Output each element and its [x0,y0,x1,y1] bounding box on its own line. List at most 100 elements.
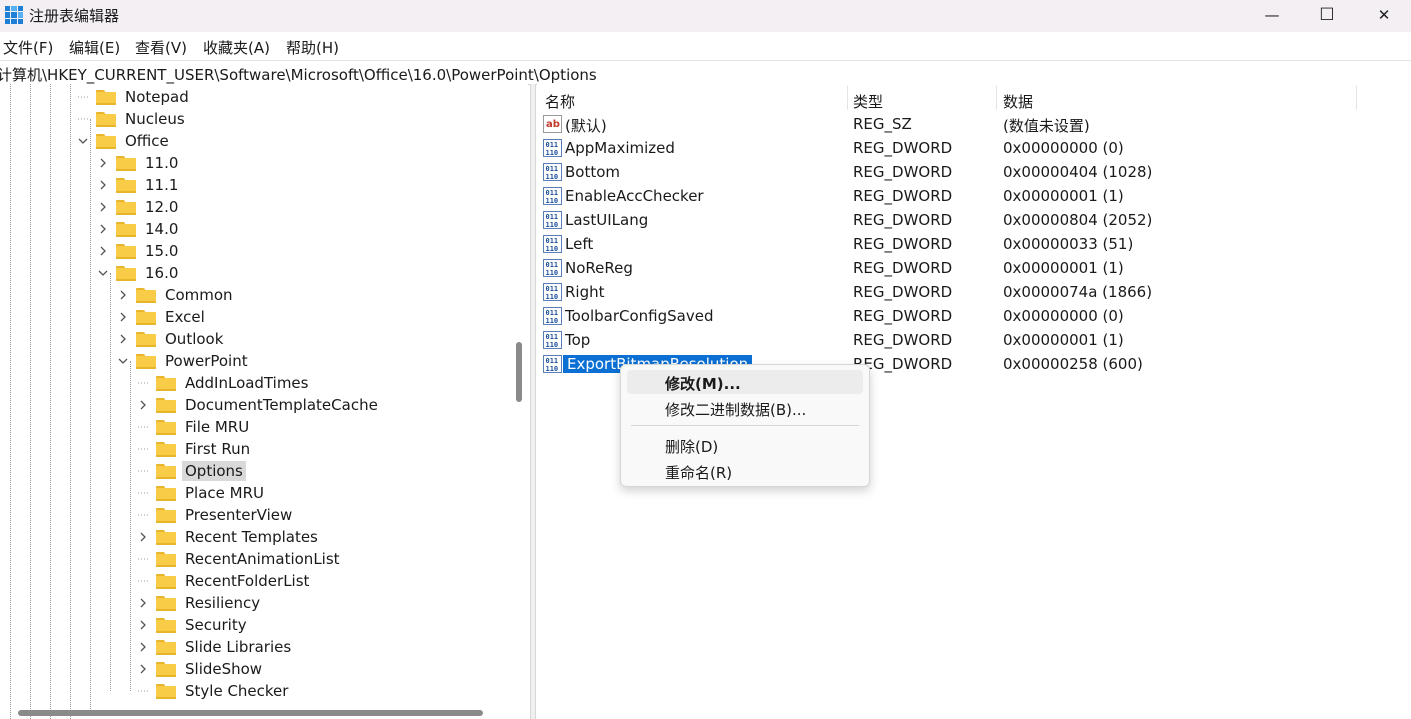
chevron-right-icon[interactable] [138,620,148,630]
menu-help[interactable]: 帮助(H) [286,37,339,58]
tree-node[interactable]: Excel [118,306,208,328]
tree-node-label[interactable]: 15.0 [142,241,181,261]
tree-node[interactable]: Nucleus [78,108,188,130]
tree-node-label[interactable]: Excel [162,307,208,327]
tree-node[interactable]: Slide Libraries [138,636,294,658]
chevron-right-icon[interactable] [138,598,148,608]
tree-node[interactable]: RecentFolderList [138,570,312,592]
minimize-button[interactable]: — [1245,0,1299,30]
chevron-right-icon[interactable] [138,664,148,674]
tree-node[interactable]: File MRU [138,416,252,438]
tree-node[interactable]: 16.0 [98,262,181,284]
chevron-right-icon[interactable] [98,180,108,190]
address-bar[interactable]: 计算机\HKEY_CURRENT_USER\Software\Microsoft… [0,60,1411,85]
tree-node[interactable]: AddInLoadTimes [138,372,311,394]
tree-node-label[interactable]: Style Checker [182,681,291,701]
tree-node[interactable]: 12.0 [98,196,181,218]
tree-node-label[interactable]: Place MRU [182,483,267,503]
tree-node-label[interactable]: SlideShow [182,659,265,679]
chevron-right-icon[interactable] [138,400,148,410]
tree-node-label[interactable]: 14.0 [142,219,181,239]
tree-node[interactable]: 11.0 [98,152,181,174]
tree-node[interactable]: PresenterView [138,504,295,526]
chevron-right-icon[interactable] [138,642,148,652]
context-rename[interactable]: 重命名(R) [627,459,863,483]
tree-node-label[interactable]: Notepad [122,87,192,107]
tree-node[interactable]: Common [118,284,236,306]
value-name[interactable]: (默认) [565,115,607,136]
tree-node[interactable]: 11.1 [98,174,181,196]
value-name[interactable]: Top [565,331,590,349]
tree-node-label[interactable]: RecentAnimationList [182,549,343,569]
tree-node[interactable]: Security [138,614,250,636]
tree-node[interactable]: 14.0 [98,218,181,240]
column-type-header[interactable]: 类型 [853,91,883,112]
column-name-header[interactable]: 名称 [545,91,575,112]
chevron-right-icon[interactable] [98,158,108,168]
tree-horizontal-scrollbar[interactable] [18,710,483,716]
tree-node[interactable]: 15.0 [98,240,181,262]
value-row[interactable]: ab (默认) REG_SZ (数值未设置) [537,112,1411,136]
value-name[interactable]: LastUILang [565,211,648,229]
tree-node-label[interactable]: DocumentTemplateCache [182,395,381,415]
menu-edit[interactable]: 编辑(E) [69,37,120,58]
value-row[interactable]: 011 110 ToolbarConfigSaved REG_DWORD 0x00000… [537,304,1411,328]
menu-favorites[interactable]: 收藏夹(A) [203,37,270,58]
tree-vertical-scrollbar[interactable] [516,342,522,402]
tree-node[interactable]: SlideShow [138,658,265,680]
pane-splitter[interactable] [530,84,536,719]
value-name[interactable]: EnableAccChecker [565,187,704,205]
tree-node-label[interactable]: Security [182,615,250,635]
value-row[interactable]: 011 110 Right REG_DWORD 0x0000074a (1866) [537,280,1411,304]
chevron-right-icon[interactable] [98,246,108,256]
tree-node-label[interactable]: PresenterView [182,505,295,525]
chevron-right-icon[interactable] [118,312,128,322]
tree-node-label[interactable]: Common [162,285,236,305]
tree-node[interactable]: Resiliency [138,592,263,614]
tree-node[interactable]: RecentAnimationList [138,548,343,570]
context-delete[interactable]: 删除(D) [627,433,863,457]
tree-node[interactable]: Recent Templates [138,526,321,548]
value-row[interactable]: 011 110 AppMaximized REG_DWORD 0x00000000 (0… [537,136,1411,160]
value-row[interactable]: 011 110 NoReReg REG_DWORD 0x00000001 (1) [537,256,1411,280]
tree-node-label[interactable]: File MRU [182,417,252,437]
tree-node-label[interactable]: 11.0 [142,153,181,173]
tree-node-label[interactable]: Resiliency [182,593,263,613]
value-name[interactable]: Bottom [565,163,620,181]
chevron-down-icon[interactable] [118,356,128,366]
tree-node-label[interactable]: 11.1 [142,175,181,195]
value-name[interactable]: Left [565,235,593,253]
chevron-right-icon[interactable] [98,202,108,212]
value-row[interactable]: 011 110 Bottom REG_DWORD 0x00000404 (1028) [537,160,1411,184]
tree-node-label[interactable]: 12.0 [142,197,181,217]
value-name[interactable]: ToolbarConfigSaved [565,307,713,325]
tree-node[interactable]: Style Checker [138,680,291,702]
tree-node-label[interactable]: Slide Libraries [182,637,294,657]
value-row[interactable]: 011 110 Left REG_DWORD 0x00000033 (51) [537,232,1411,256]
address-path[interactable]: 计算机\HKEY_CURRENT_USER\Software\Microsoft… [0,64,597,85]
tree-node-label[interactable]: Office [122,131,172,151]
maximize-button[interactable]: ☐ [1300,0,1354,30]
tree-node-label[interactable]: Nucleus [122,109,188,129]
chevron-down-icon[interactable] [78,136,88,146]
tree-node-label[interactable]: Recent Templates [182,527,321,547]
value-row[interactable]: 011 110 EnableAccChecker REG_DWORD 0x0000000… [537,184,1411,208]
tree-node-label[interactable]: First Run [182,439,253,459]
value-name[interactable]: AppMaximized [565,139,675,157]
close-button[interactable]: ✕ [1357,0,1411,30]
chevron-down-icon[interactable] [98,268,108,278]
value-name[interactable]: Right [565,283,605,301]
value-row[interactable]: 011 110 LastUILang REG_DWORD 0x00000804 (205… [537,208,1411,232]
menu-view[interactable]: 查看(V) [135,37,187,58]
tree-node[interactable]: Place MRU [138,482,267,504]
tree-node-label[interactable]: PowerPoint [162,351,251,371]
tree-node-label[interactable]: AddInLoadTimes [182,373,311,393]
tree-node[interactable]: Options [138,460,246,482]
tree-node-label[interactable]: Outlook [162,329,226,349]
tree-node-label[interactable]: 16.0 [142,263,181,283]
tree-node[interactable]: First Run [138,438,253,460]
tree-node[interactable]: Notepad [78,86,192,108]
chevron-right-icon[interactable] [118,334,128,344]
value-row[interactable]: 011 110 Top REG_DWORD 0x00000001 (1) [537,328,1411,352]
value-name[interactable]: NoReReg [565,259,633,277]
